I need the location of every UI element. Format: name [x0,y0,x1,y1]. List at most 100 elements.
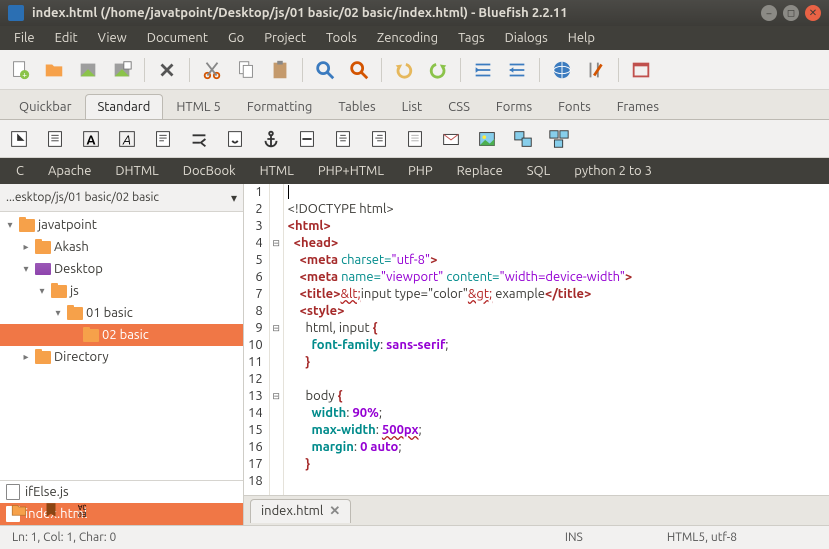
find-replace-icon[interactable] [345,56,373,84]
desktop-icon [35,263,51,275]
expander-icon[interactable]: ▾ [36,285,48,297]
lang-php[interactable]: PHP [398,162,443,180]
save-icon[interactable] [74,56,102,84]
minimize-button[interactable]: – [761,5,777,21]
fullscreen-icon[interactable] [627,56,655,84]
menu-bar: FileEditViewDocumentGoProjectToolsZencod… [0,26,829,50]
menu-zencoding[interactable]: Zencoding [369,29,446,47]
copy-icon[interactable] [232,56,260,84]
close-tab-icon[interactable]: ✕ [329,504,340,519]
tree-item[interactable]: ▾Desktop [0,258,243,280]
tree-item[interactable]: ▸Akash [0,236,243,258]
bookmarks-icon[interactable] [38,499,64,521]
close-file-icon[interactable] [153,56,181,84]
expander-icon[interactable]: ▾ [4,219,16,231]
tree-label: Directory [54,350,109,364]
menu-view[interactable]: View [90,29,135,47]
toolbar-tab-css[interactable]: CSS [435,94,483,119]
lang-docbook[interactable]: DocBook [173,162,246,180]
break-icon[interactable] [186,126,212,152]
toolbar-tab-forms[interactable]: Forms [483,94,545,119]
bold-icon[interactable]: A [78,126,104,152]
tree-item[interactable]: 02 basic [0,324,243,346]
lang-python-2-to-3[interactable]: python 2 to 3 [564,162,662,180]
lang-sql[interactable]: SQL [517,162,561,180]
toolbar-tab-list[interactable]: List [389,94,436,119]
status-insert-mode: INS [553,531,595,544]
undo-icon[interactable] [390,56,418,84]
code-content[interactable]: <!DOCTYPE html><html> <head> <meta chars… [284,184,829,495]
close-button[interactable]: ✕ [805,5,821,21]
multithumbnail-icon[interactable] [546,126,572,152]
expander-icon[interactable]: ▾ [20,263,32,275]
fold-gutter[interactable]: ⊟⊟⊟ [270,184,284,495]
menu-edit[interactable]: Edit [47,29,86,47]
path-combo[interactable]: ...esktop/js/01 basic/02 basic ▾ [0,184,243,212]
menu-document[interactable]: Document [139,29,216,47]
quickstart-icon[interactable] [6,126,32,152]
lang-apache[interactable]: Apache [38,162,101,180]
preferences-icon[interactable] [582,56,610,84]
italic-icon[interactable]: A [114,126,140,152]
sidebar-bottom-icons: ∀∁∂∃ [6,499,96,521]
email-icon[interactable] [438,126,464,152]
open-file-icon[interactable] [40,56,68,84]
anchor-icon[interactable] [258,126,284,152]
menu-help[interactable]: Help [560,29,603,47]
toolbar-tab-fonts[interactable]: Fonts [545,94,604,119]
menu-dialogs[interactable]: Dialogs [497,29,556,47]
tree-item[interactable]: ▾javatpoint [0,214,243,236]
menu-project[interactable]: Project [256,29,314,47]
code-editor[interactable]: 123456789101112131415161718 ⊟⊟⊟ <!DOCTYP… [244,184,829,495]
menu-tools[interactable]: Tools [318,29,365,47]
lang-c[interactable]: C [6,162,34,180]
lang-replace[interactable]: Replace [447,162,513,180]
lang-php-html[interactable]: PHP+HTML [308,162,394,180]
file-tree[interactable]: ▾javatpoint▸Akash▾Desktop▾js▾01 basic02 … [0,212,243,480]
menu-file[interactable]: File [6,29,43,47]
expander-icon[interactable]: ▸ [20,241,32,253]
line-gutter: 123456789101112131415161718 [244,184,270,495]
paste-icon[interactable] [266,56,294,84]
lang-dhtml[interactable]: DHTML [105,162,168,180]
lang-html[interactable]: HTML [250,162,304,180]
chevron-down-icon: ▾ [231,191,237,205]
document-tab[interactable]: index.html ✕ [250,499,351,523]
toolbar-tab-frames[interactable]: Frames [604,94,672,119]
menu-go[interactable]: Go [220,29,252,47]
expander-icon[interactable]: ▸ [20,351,32,363]
center-icon[interactable] [330,126,356,152]
redo-icon[interactable] [424,56,452,84]
hr-icon[interactable] [294,126,320,152]
rightalign-icon[interactable] [366,126,392,152]
expander-icon[interactable]: ▾ [52,307,64,319]
new-file-icon[interactable]: + [6,56,34,84]
tree-item[interactable]: ▾js [0,280,243,302]
cut-icon[interactable] [198,56,226,84]
thumbnail-icon[interactable] [510,126,536,152]
comment-icon[interactable] [402,126,428,152]
app-icon [8,5,24,21]
toolbar-tab-tables[interactable]: Tables [325,94,388,119]
body-icon[interactable] [42,126,68,152]
nbsp-icon[interactable] [222,126,248,152]
tree-item[interactable]: ▸ Directory [0,346,243,368]
document-tab-label: index.html [261,504,323,518]
maximize-button[interactable]: ◻ [783,5,799,21]
menu-tags[interactable]: Tags [450,29,493,47]
filebrowser-icon[interactable] [6,499,32,521]
toolbar-tab-quickbar[interactable]: Quickbar [6,94,85,119]
browser-preview-icon[interactable] [548,56,576,84]
save-as-icon[interactable] [108,56,136,84]
tree-item[interactable]: ▾01 basic [0,302,243,324]
folder-icon [83,329,99,342]
toolbar-tab-formatting[interactable]: Formatting [234,94,326,119]
toolbar-tab-html-5[interactable]: HTML 5 [163,94,234,119]
indent-icon[interactable] [503,56,531,84]
charmap-icon[interactable]: ∀∁∂∃ [70,499,96,521]
image-icon[interactable] [474,126,500,152]
paragraph-icon[interactable] [150,126,176,152]
unindent-icon[interactable] [469,56,497,84]
find-icon[interactable] [311,56,339,84]
toolbar-tab-standard[interactable]: Standard [85,94,164,119]
